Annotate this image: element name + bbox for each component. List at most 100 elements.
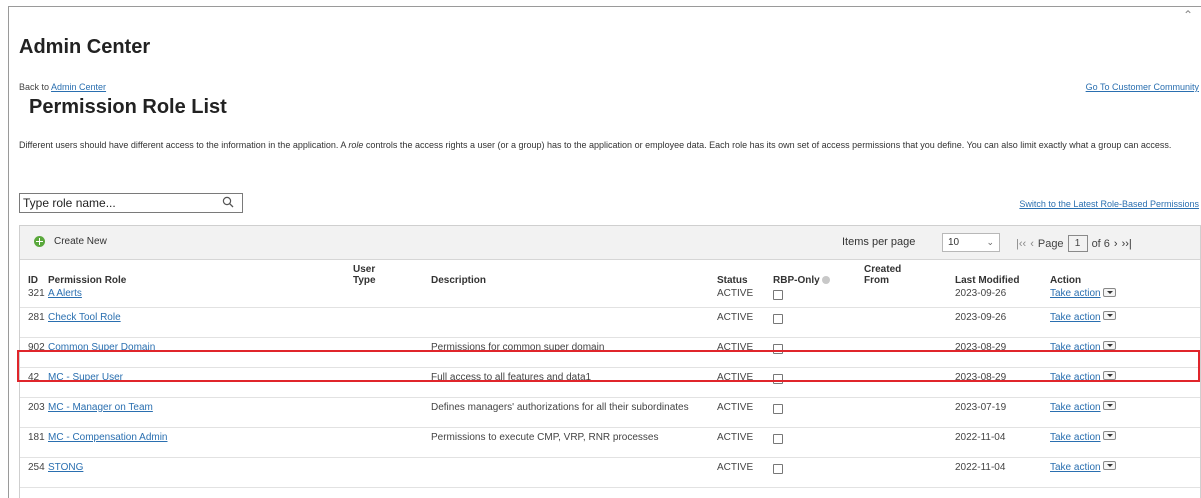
customer-community-link[interactable]: Go To Customer Community xyxy=(1086,82,1199,92)
page-count: of 6 xyxy=(1091,237,1110,250)
take-action-link[interactable]: Take action xyxy=(1050,402,1101,413)
row-status: ACTIVE xyxy=(717,401,754,413)
rbp-only-checkbox[interactable] xyxy=(773,290,783,300)
role-name-link[interactable]: MC - Super User xyxy=(48,372,123,383)
take-action-link[interactable]: Take action xyxy=(1050,288,1101,299)
role-name-link[interactable]: A Alerts xyxy=(48,288,82,299)
row-last-modified: 2022-11-04 xyxy=(955,461,1006,473)
rbp-only-checkbox[interactable] xyxy=(773,373,783,384)
table-row: 281 Check Tool Role ACTIVE 2023-09-26 Take a… xyxy=(20,307,1200,337)
dropdown-menu-icon[interactable] xyxy=(1102,461,1116,471)
intro-text: Different users should have different ac… xyxy=(19,140,1172,150)
row-user-type xyxy=(353,397,431,427)
take-action-link[interactable]: Take action xyxy=(1050,432,1101,443)
col-permission-role[interactable]: Permission Role xyxy=(48,260,353,288)
create-new-button[interactable]: Create New xyxy=(34,236,107,247)
role-name-link[interactable]: MC - Compensation Admin xyxy=(48,432,168,443)
info-icon[interactable] xyxy=(821,276,830,285)
row-id: 281 xyxy=(28,311,45,323)
rbp-only-checkbox[interactable] xyxy=(773,433,783,444)
row-created-from xyxy=(864,457,955,487)
role-search-box[interactable] xyxy=(19,193,243,213)
app-title: Admin Center xyxy=(19,36,151,58)
plus-circle-icon xyxy=(34,236,45,247)
row-last-modified: 2022-11-04 xyxy=(955,431,1006,443)
col-user-type[interactable]: User Type xyxy=(353,260,431,288)
table-row: 254 STONG ACTIVE 2022-11-04 Take action xyxy=(20,457,1200,487)
take-action-link[interactable]: Take action xyxy=(1050,462,1101,473)
items-per-page-label: Items per page xyxy=(842,236,916,248)
breadcrumb: Back to Admin Center xyxy=(19,82,106,92)
row-description: Permissions to execute CMP, VRP, RNR pro… xyxy=(431,431,659,443)
table-row: 203 MC - Manager on Team Defines managers'… xyxy=(20,397,1200,427)
rbp-only-checkbox[interactable] xyxy=(773,463,783,474)
rbp-only-checkbox[interactable] xyxy=(773,343,783,354)
row-action: Take action xyxy=(1050,397,1200,427)
role-name-link[interactable]: MC - Manager on Team xyxy=(48,402,153,413)
dropdown-menu-icon[interactable] xyxy=(1102,431,1116,441)
collapse-caret-icon[interactable]: ⌃ xyxy=(1183,8,1193,22)
row-last-modified: 2023-07-19 xyxy=(955,401,1007,413)
search-icon[interactable] xyxy=(222,196,234,208)
intro-role-word: role xyxy=(348,140,364,150)
items-per-page-select[interactable]: 10 ⌄ xyxy=(942,233,1000,252)
next-page-icon[interactable]: › xyxy=(1114,238,1118,250)
row-last-modified: 2023-08-29 xyxy=(955,341,1007,353)
rbp-only-checkbox[interactable] xyxy=(773,313,783,324)
row-description: Defines managers' authorizations for all… xyxy=(431,401,689,413)
col-id[interactable]: ID xyxy=(20,260,48,288)
table-row: 321 A Alerts ACTIVE 2023-09-26 Take action xyxy=(20,287,1200,307)
row-status: ACTIVE xyxy=(717,311,754,323)
col-rbp-only[interactable]: RBP-Only xyxy=(773,260,864,288)
row-id: 321 xyxy=(28,288,45,299)
items-per-page-value: 10 xyxy=(948,237,960,248)
back-prefix: Back to xyxy=(19,82,50,92)
dropdown-menu-icon[interactable] xyxy=(1102,401,1116,411)
rbp-only-checkbox[interactable] xyxy=(773,403,783,414)
table-row: 42 MC - Super User Full access to all feat… xyxy=(20,367,1200,397)
role-search-input[interactable] xyxy=(20,196,215,210)
row-user-type xyxy=(353,457,431,487)
table-row: 902 Common Super Domain Permissions for co… xyxy=(20,337,1200,367)
col-created-from[interactable]: Created From xyxy=(864,260,955,288)
row-created-from xyxy=(864,337,955,367)
switch-rbp-link[interactable]: Switch to the Latest Role-Based Permissi… xyxy=(1019,199,1199,209)
permission-role-table: ID Permission Role User Type Description … xyxy=(20,260,1200,488)
col-last-modified[interactable]: Last Modified xyxy=(955,260,1050,288)
prev-page-icon[interactable]: ‹ xyxy=(1030,238,1034,250)
row-status: ACTIVE xyxy=(717,341,754,353)
last-page-icon[interactable]: ››| xyxy=(1122,238,1132,250)
row-status: ACTIVE xyxy=(717,431,754,443)
dropdown-menu-icon[interactable] xyxy=(1102,311,1116,321)
pagination: |‹‹ ‹ Page 1 of 6 › ››| xyxy=(1016,235,1136,252)
row-action: Take action xyxy=(1050,367,1200,397)
row-action: Take action xyxy=(1050,337,1200,367)
col-status[interactable]: Status xyxy=(717,260,773,288)
dropdown-menu-icon[interactable] xyxy=(1102,287,1116,297)
row-created-from xyxy=(864,307,955,337)
first-page-icon[interactable]: |‹‹ xyxy=(1016,238,1026,250)
row-status: ACTIVE xyxy=(717,371,754,383)
row-user-type xyxy=(353,367,431,397)
col-action: Action xyxy=(1050,275,1082,286)
page-label: Page xyxy=(1037,237,1064,250)
row-description: Permissions for common super domain xyxy=(431,341,605,353)
take-action-link[interactable]: Take action xyxy=(1050,372,1101,383)
row-description: Full access to all features and data1 xyxy=(431,371,592,383)
page-number-input[interactable]: 1 xyxy=(1067,235,1088,252)
row-created-from xyxy=(864,367,955,397)
row-id: 254 xyxy=(28,461,45,473)
dropdown-menu-icon[interactable] xyxy=(1102,341,1116,351)
role-name-link[interactable]: Check Tool Role xyxy=(48,312,121,323)
row-action: Take action xyxy=(1050,427,1200,457)
take-action-link[interactable]: Take action xyxy=(1050,312,1101,323)
back-to-admin-center-link[interactable]: Admin Center xyxy=(51,82,106,92)
row-last-modified: 2023-08-29 xyxy=(955,371,1007,383)
row-last-modified: 2023-09-26 xyxy=(955,311,1007,323)
col-description[interactable]: Description xyxy=(431,260,717,288)
role-name-link[interactable]: STONG xyxy=(48,462,83,473)
take-action-link[interactable]: Take action xyxy=(1050,342,1101,353)
role-name-link[interactable]: Common Super Domain xyxy=(48,342,155,353)
row-action: Take action xyxy=(1050,457,1200,487)
dropdown-menu-icon[interactable] xyxy=(1102,371,1116,381)
